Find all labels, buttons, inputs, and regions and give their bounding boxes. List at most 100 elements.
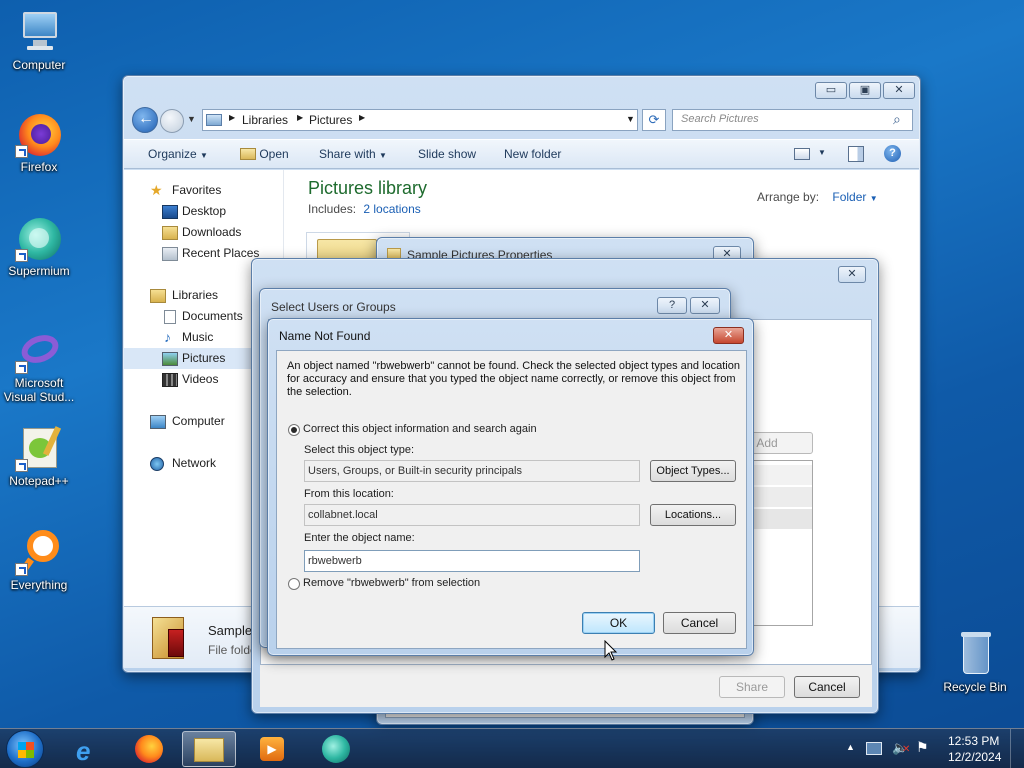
details-type: File folde [208, 643, 257, 657]
includes-row: Includes: 2 locations [308, 202, 421, 216]
locations-button[interactable]: Locations... [650, 504, 736, 526]
taskbar: e ▶ ▲ 🔈 ✕ ⚑ 12:53 PM 12/2/2024 [0, 728, 1024, 768]
show-desktop-button[interactable] [1010, 729, 1024, 768]
close-button[interactable]: ✕ [883, 82, 915, 99]
close-icon: ✕ [723, 329, 734, 341]
taskbar-media-player[interactable]: ▶ [246, 731, 300, 767]
pictures-icon [162, 352, 178, 366]
breadcrumb-separator-icon: ▶ [297, 113, 304, 122]
search-input[interactable]: Search Pictures ⌕ [672, 109, 913, 131]
breadcrumb-libraries[interactable]: Libraries [242, 113, 288, 127]
help-button[interactable]: ? [657, 297, 687, 314]
sidebar-item-label: Videos [182, 372, 219, 386]
object-type-label: Select this object type: [304, 444, 415, 456]
maximize-button[interactable]: ▣ [849, 82, 881, 99]
taskbar-internet-explorer[interactable]: e [62, 731, 116, 767]
sidebar-item-downloads[interactable]: Downloads [124, 222, 284, 243]
minimize-button[interactable]: ▭ [815, 82, 847, 99]
recent-pages-chevron-icon[interactable]: ▼ [187, 114, 196, 124]
desktop-icon-label: Computer [12, 58, 66, 72]
library-title: Pictures library [308, 178, 428, 198]
supermium-icon [322, 735, 350, 763]
view-dropdown-icon[interactable]: ▼ [818, 148, 826, 157]
slide-show-button[interactable]: Slide show [418, 140, 476, 168]
taskbar-supermium[interactable] [310, 731, 364, 767]
desktop-icon-label: Microsoft Visual Stud... [3, 376, 75, 404]
show-hidden-icons-icon[interactable]: ▲ [846, 742, 855, 752]
forward-button[interactable] [160, 109, 184, 133]
open-label: Open [259, 147, 289, 161]
breadcrumb-pictures[interactable]: Pictures [309, 113, 352, 127]
internet-explorer-icon: e [76, 736, 91, 766]
sidebar-item-desktop[interactable]: Desktop [124, 201, 284, 222]
object-types-button[interactable]: Object Types... [650, 460, 736, 482]
taskbar-explorer[interactable] [182, 731, 236, 767]
object-name-label: Enter the object name: [304, 532, 415, 544]
option-remove-radio[interactable] [288, 578, 300, 590]
address-dropdown-icon[interactable]: ▼ [626, 114, 635, 124]
desktop-icon-computer[interactable]: Computer [1, 8, 77, 72]
option-remove-label[interactable]: Remove "rbwebwerb" from selection [303, 577, 480, 589]
open-icon [240, 148, 256, 160]
sidebar-item-label: Desktop [182, 204, 227, 218]
clock-date[interactable]: 12/2/2024 [948, 750, 1001, 764]
search-placeholder: Search Pictures [681, 113, 759, 125]
back-arrow-icon: ← [138, 110, 154, 127]
ok-button[interactable]: OK [582, 612, 655, 634]
breadcrumb-separator-icon: ▶ [229, 113, 236, 122]
change-view-icon[interactable] [794, 148, 810, 160]
sidebar-favorites[interactable]: ★ Favorites [124, 180, 284, 201]
desktop-icon [162, 205, 178, 219]
desktop-icon-label: Supermium [8, 264, 70, 278]
minimize-icon: ▭ [825, 84, 837, 96]
start-button[interactable] [6, 730, 44, 768]
close-button[interactable]: ✕ [838, 266, 866, 283]
desktop-icon-recycle-bin[interactable]: Recycle Bin [937, 630, 1013, 694]
sidebar-item-label: Pictures [182, 351, 226, 365]
arrange-by-label: Arrange by: [757, 190, 820, 204]
close-button[interactable]: ✕ [690, 297, 720, 314]
open-button[interactable]: Open [240, 140, 289, 168]
share-button[interactable]: Share [719, 676, 785, 698]
desktop-icon-firefox[interactable]: Firefox [1, 110, 77, 174]
recent-places-icon [162, 247, 178, 261]
arrange-by-dropdown[interactable]: Folder [832, 190, 866, 204]
cancel-button[interactable]: Cancel [663, 612, 736, 634]
desktop-icon-everything[interactable]: Everything [1, 528, 77, 592]
downloads-folder-icon [162, 226, 178, 240]
preview-pane-icon[interactable] [848, 146, 864, 162]
error-message: An object named "rbwebwerb" cannot be fo… [287, 360, 740, 398]
folder-photo-icon [168, 629, 184, 657]
clock-time[interactable]: 12:53 PM [948, 734, 999, 748]
desktop-icon-visual-studio[interactable]: Microsoft Visual Stud... [1, 326, 77, 404]
shortcut-arrow-icon [15, 459, 28, 472]
back-button[interactable]: ← [132, 107, 158, 133]
chevron-down-icon[interactable]: ▼ [870, 194, 878, 203]
address-bar[interactable]: ▶ Libraries ▶ Pictures ▶ ▼ [202, 109, 638, 131]
taskbar-firefox[interactable] [122, 731, 176, 767]
dialog-title: Name Not Found [279, 329, 371, 343]
desktop-icon-notepadpp[interactable]: Notepad++ [1, 424, 77, 488]
cancel-button[interactable]: Cancel [794, 676, 860, 698]
option-correct-radio[interactable] [288, 424, 300, 436]
action-center-flag-icon[interactable]: ⚑ [916, 739, 929, 756]
libraries-icon [150, 289, 166, 303]
sidebar-heading: Computer [172, 414, 225, 428]
refresh-button[interactable]: ⟳ [642, 109, 666, 131]
location-label: From this location: [304, 488, 394, 500]
help-icon: ? [668, 299, 676, 311]
network-tray-icon[interactable] [866, 742, 882, 755]
sidebar-heading: Favorites [172, 183, 222, 197]
new-folder-button[interactable]: New folder [504, 140, 561, 168]
object-name-input[interactable]: rbwebwerb [304, 550, 640, 572]
includes-locations-link[interactable]: 2 locations [363, 202, 420, 216]
option-correct-label[interactable]: Correct this object information and sear… [303, 423, 537, 435]
desktop-icon-supermium[interactable]: Supermium [1, 214, 77, 278]
desktop-icon-label: Notepad++ [9, 474, 69, 488]
network-icon [150, 457, 164, 471]
organize-menu[interactable]: Organize ▼ [148, 140, 208, 170]
music-icon: ♪ [164, 329, 171, 345]
share-with-menu[interactable]: Share with ▼ [319, 140, 387, 170]
close-button[interactable]: ✕ [713, 327, 744, 344]
help-icon[interactable]: ? [884, 145, 901, 162]
